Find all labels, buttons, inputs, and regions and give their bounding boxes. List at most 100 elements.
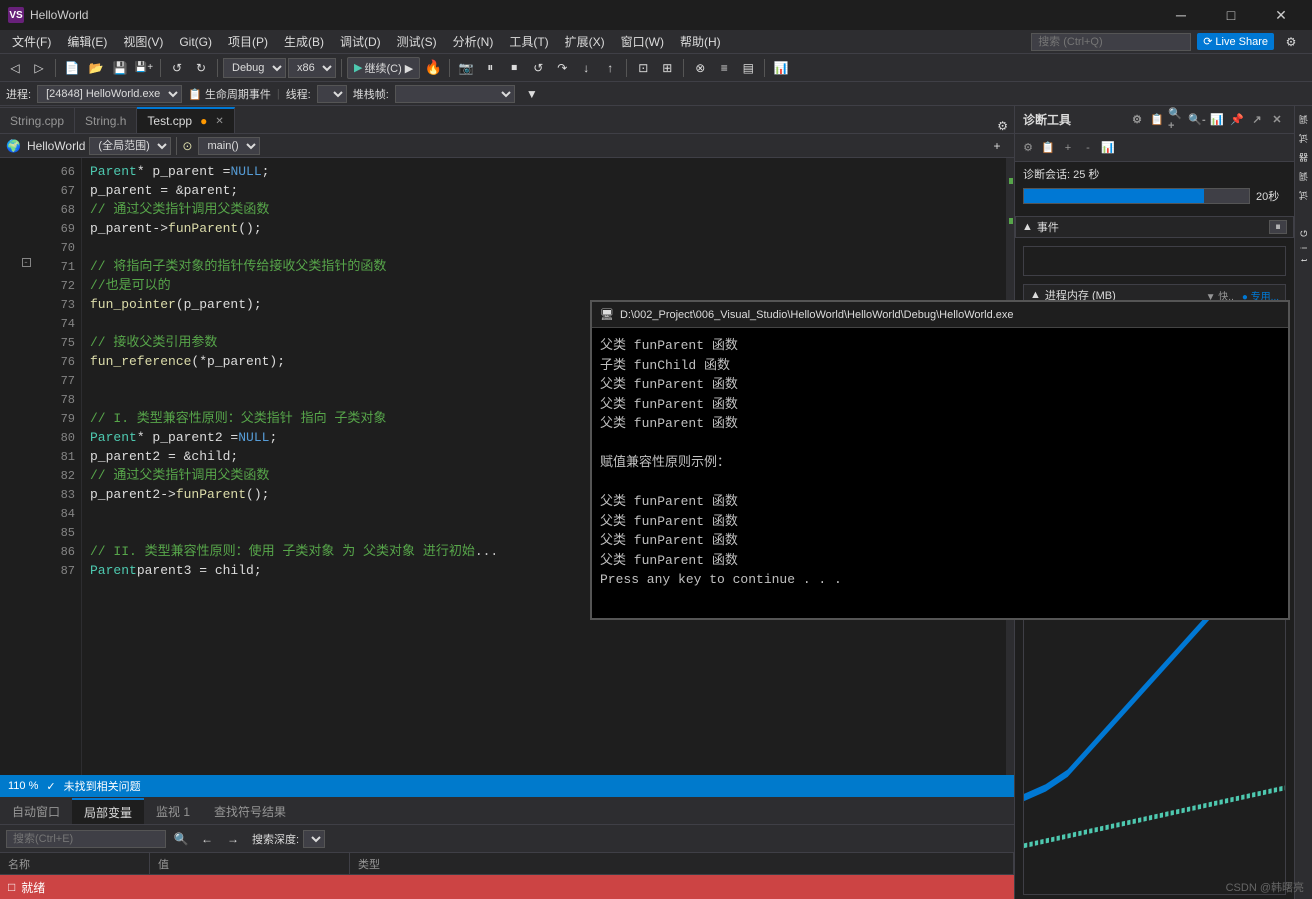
git-label-3[interactable]: t <box>1297 255 1311 266</box>
snapshot-button[interactable]: 📷 <box>455 57 477 79</box>
diag-tool-report[interactable]: 📋 <box>1039 139 1057 157</box>
fold-76 <box>20 348 32 367</box>
menu-debug[interactable]: 调试(D) <box>332 30 389 54</box>
console-line-6 <box>600 434 1280 454</box>
process-select[interactable]: [24848] HelloWorld.exe <box>37 85 182 103</box>
tab-auto-window[interactable]: 自动窗口 <box>0 798 72 824</box>
settings-icon[interactable]: ⚙ <box>1280 31 1302 53</box>
restart-button[interactable]: ↺ <box>527 57 549 79</box>
new-file-button[interactable]: 📄 <box>61 57 83 79</box>
bp-row-72 <box>0 272 20 291</box>
diag-float-icon[interactable]: ↗ <box>1248 111 1266 129</box>
depth-select[interactable] <box>303 830 325 848</box>
diag-tool-zoom-in[interactable]: + <box>1059 139 1077 157</box>
platform-select[interactable]: x86 <box>288 58 336 78</box>
step-into-button[interactable]: ↓ <box>575 57 597 79</box>
stop-button[interactable]: ⏹ <box>503 57 525 79</box>
vertical-label-4[interactable]: 调 <box>1295 168 1312 185</box>
step-over-button[interactable]: ↷ <box>551 57 573 79</box>
menu-analyze[interactable]: 分析(N) <box>445 30 502 54</box>
tab-string-cpp[interactable]: String.cpp <box>0 107 75 133</box>
diag-close-icon[interactable]: ✕ <box>1268 111 1286 129</box>
tab-watch-1[interactable]: 监视 1 <box>144 798 202 824</box>
vertical-label-1[interactable]: 调 <box>1295 110 1312 128</box>
menu-tools[interactable]: 工具(T) <box>501 30 556 54</box>
maximize-button[interactable]: □ <box>1208 0 1254 30</box>
back-button[interactable]: ◁ <box>4 57 26 79</box>
menu-window[interactable]: 窗口(W) <box>613 30 672 54</box>
pause-button[interactable]: ⏸ <box>479 57 501 79</box>
ready-icon: □ <box>8 880 15 894</box>
diag-zoom-out-icon[interactable]: 🔍- <box>1188 111 1206 129</box>
search-input[interactable] <box>1031 33 1191 51</box>
editor-settings-icon[interactable]: ⚙ <box>991 119 1014 133</box>
tab-string-h[interactable]: String.h <box>75 107 137 133</box>
diag-zoom-in-icon[interactable]: 🔍+ <box>1168 111 1186 129</box>
stack-nav-down[interactable]: ▼ <box>521 83 543 105</box>
stack-select[interactable] <box>395 85 515 103</box>
step-out-button[interactable]: ↑ <box>599 57 621 79</box>
fold-71[interactable]: - <box>20 253 32 272</box>
vertical-label-5[interactable]: 试 <box>1295 187 1312 204</box>
diag-report-icon[interactable]: 📋 <box>1148 111 1166 129</box>
console-window: 🖥 D:\002_Project\006_Visual_Studio\Hello… <box>590 300 1290 620</box>
menu-build[interactable]: 生成(B) <box>276 30 332 54</box>
git-label[interactable]: G <box>1297 226 1311 241</box>
thread-select[interactable] <box>317 85 347 103</box>
undo-button[interactable]: ↺ <box>166 57 188 79</box>
menu-view[interactable]: 视图(V) <box>115 30 171 54</box>
menu-file[interactable]: 文件(F) <box>4 30 59 54</box>
locals-search-icon[interactable]: 🔍 <box>170 828 192 850</box>
vertical-label-2[interactable]: 试 <box>1295 130 1312 147</box>
diag-settings-icon[interactable]: ⚙ <box>1128 111 1146 129</box>
live-share-button[interactable]: ⟳ Live Share <box>1197 33 1274 50</box>
locals-back-button[interactable]: ← <box>196 828 218 850</box>
diag-tool-chart[interactable]: 📊 <box>1099 139 1117 157</box>
diag-tool-zoom-out[interactable]: - <box>1079 139 1097 157</box>
stack-button[interactable]: ▤ <box>737 57 759 79</box>
tab-locals[interactable]: 局部变量 <box>72 798 144 824</box>
live-share-icon: ⟳ <box>1203 35 1212 48</box>
toolbar-sep-5 <box>449 59 450 77</box>
tab-close-icon[interactable]: ✕ <box>215 116 223 127</box>
show-next-stmt-button[interactable]: ⊡ <box>632 57 654 79</box>
diag-chart-icon[interactable]: 📊 <box>1208 111 1226 129</box>
pause-events-button[interactable]: ⏸ <box>1269 220 1287 234</box>
open-button[interactable]: 📂 <box>85 57 107 79</box>
diagnostics-session: 诊断会话: 25 秒 20秒 <box>1015 162 1294 216</box>
fold-66 <box>20 158 32 177</box>
vertical-label-3[interactable]: 器 <box>1295 149 1312 166</box>
menu-project[interactable]: 项目(P) <box>220 30 276 54</box>
save-button[interactable]: 💾 <box>109 57 131 79</box>
menu-edit[interactable]: 编辑(E) <box>59 30 115 54</box>
locals-search-input[interactable] <box>6 830 166 848</box>
menu-help[interactable]: 帮助(H) <box>672 30 729 54</box>
tab-find-symbol[interactable]: 查找符号结果 <box>202 798 298 824</box>
menu-test[interactable]: 测试(S) <box>389 30 445 54</box>
close-button[interactable]: ✕ <box>1258 0 1304 30</box>
debug-config-select[interactable]: Debug <box>223 58 286 78</box>
diagnostic-button[interactable]: 📊 <box>770 57 792 79</box>
bp-row-69 <box>0 215 20 234</box>
tab-test-cpp[interactable]: Test.cpp ● ✕ <box>137 107 234 133</box>
save-all-button[interactable]: 💾+ <box>133 57 155 79</box>
forward-button[interactable]: ▷ <box>28 57 50 79</box>
git-label-2[interactable]: i <box>1297 243 1311 253</box>
events-header[interactable]: ▲ 事件 ⏸ <box>1015 216 1294 238</box>
menu-git[interactable]: Git(G) <box>171 30 220 54</box>
diag-pin-icon[interactable]: 📌 <box>1228 111 1246 129</box>
step-into-specific-button[interactable]: ⊞ <box>656 57 678 79</box>
method-select[interactable]: main() <box>198 137 260 155</box>
scope-select[interactable]: (全局范围) <box>89 137 171 155</box>
add-method-button[interactable]: + <box>986 135 1008 157</box>
locals-forward-button[interactable]: → <box>222 828 244 850</box>
events-chart <box>1023 246 1286 276</box>
breakpoints-button[interactable]: ⊗ <box>689 57 711 79</box>
redo-button[interactable]: ↻ <box>190 57 212 79</box>
thread-button[interactable]: ≡ <box>713 57 735 79</box>
console-content[interactable]: 父类 funParent 函数 子类 funChild 函数 父类 funPar… <box>592 328 1288 618</box>
continue-button[interactable]: ▶ 继续(C) ▶ <box>347 57 420 79</box>
minimize-button[interactable]: ─ <box>1158 0 1204 30</box>
diag-tool-settings[interactable]: ⚙ <box>1019 139 1037 157</box>
menu-extensions[interactable]: 扩展(X) <box>557 30 613 54</box>
